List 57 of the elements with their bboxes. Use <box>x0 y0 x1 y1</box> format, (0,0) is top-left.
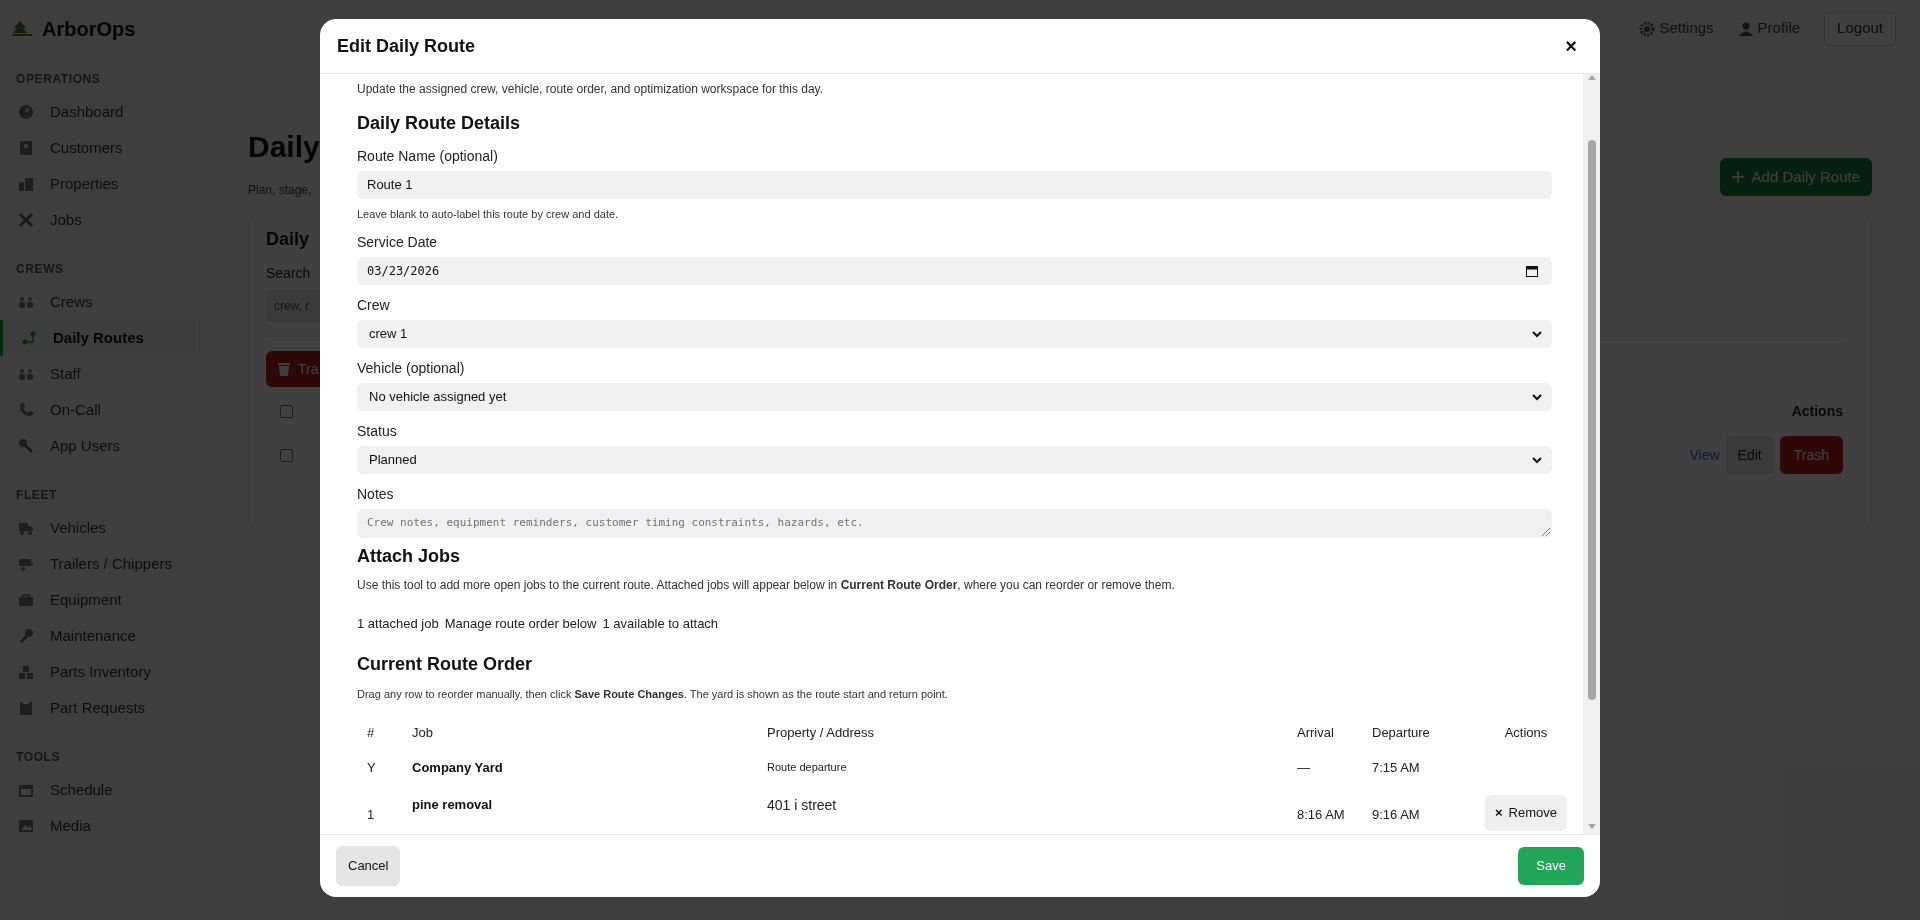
field-label: Notes <box>357 484 395 504</box>
search-label: Search <box>266 264 311 283</box>
page-title: Daily <box>248 129 320 165</box>
column-header: # <box>367 723 376 742</box>
help-text: Leave blank to auto-label this route by crew and date. <box>357 206 620 222</box>
column-header: Job <box>412 723 434 742</box>
notes-field[interactable]: Crew notes, equipment reminders, customer timing constraints, hazards, etc. <box>357 508 1552 538</box>
field-label: Vehicle (optional) <box>357 359 466 379</box>
section-heading: Current Route Order <box>357 653 534 677</box>
table-cell-text: 8:16 AM <box>1297 805 1346 824</box>
select-field[interactable]: Planned <box>357 446 1552 474</box>
table-cell-text: 1 <box>367 805 376 824</box>
scrollbar-thumb[interactable] <box>1587 140 1596 700</box>
dialog-description: Update the assigned crew, vehicle, route order, and optimization workspace for this day. <box>357 81 825 98</box>
field-label: Service Date <box>357 233 439 253</box>
stat-text: 1 attached job <box>357 614 439 633</box>
select-field[interactable]: crew 1 <box>357 320 1552 349</box>
column-header: Arrival <box>1297 723 1335 742</box>
column-header: Property / Address <box>767 723 875 742</box>
table-cell-text: 401 i street <box>767 795 838 815</box>
calendar-icon <box>1526 265 1538 278</box>
chevron-down-icon <box>1532 330 1542 338</box>
scroll-down-arrow-icon[interactable] <box>1587 824 1596 830</box>
chevron-down-icon <box>1532 393 1542 401</box>
table-cell-text: Route departure <box>767 760 848 776</box>
column-header: Actions <box>1791 402 1843 421</box>
section-description: Drag any row to reorder manually, then click Save Route Changes. The yard is shown as the route start and return point. <box>357 687 949 703</box>
table-cell-text: Company Yard <box>412 758 504 777</box>
stat-text: 1 available to attach <box>602 614 719 633</box>
section-heading: Attach Jobs <box>357 544 462 568</box>
dialog-title: Edit Daily Route <box>337 34 475 58</box>
field-label: Status <box>357 422 398 442</box>
card-title: Daily <box>266 228 310 251</box>
table-cell-text: — <box>1297 758 1311 777</box>
date-field[interactable]: 03/23/2026 <box>357 257 1552 286</box>
resize-handle-icon[interactable] <box>1542 527 1550 536</box>
section-heading: Daily Route Details <box>357 112 522 135</box>
table-cell-text: 7:15 AM <box>1372 758 1421 777</box>
column-header: Departure <box>1372 723 1431 742</box>
section-description: Use this tool to add more open jobs to the current route. Attached jobs will appear below in Current Route Order, where you can reorder or remove them. <box>357 576 1176 594</box>
save-button[interactable]: Save <box>1518 847 1584 885</box>
remove-button[interactable]: × Remove <box>1485 794 1567 831</box>
text-field[interactable]: Route 1 <box>357 171 1552 199</box>
table-cell-text: 9:16 AM <box>1372 805 1421 824</box>
field-label: Crew <box>357 296 391 316</box>
table-cell-text: Y <box>367 758 377 777</box>
column-header: Actions <box>1503 723 1549 742</box>
cancel-button[interactable]: Cancel <box>336 846 401 886</box>
scrollbar[interactable] <box>1583 74 1600 834</box>
chevron-down-icon <box>1532 456 1542 464</box>
scroll-up-arrow-icon[interactable] <box>1587 74 1596 80</box>
brand-name: ArborOps <box>42 16 136 42</box>
stat-text: Manage route order below <box>444 614 597 633</box>
field-label: Route Name (optional) <box>357 147 499 166</box>
close-button[interactable]: × <box>1559 36 1583 56</box>
select-field[interactable]: No vehicle assigned yet <box>357 383 1552 412</box>
table-cell-text: pine removal <box>412 795 494 814</box>
